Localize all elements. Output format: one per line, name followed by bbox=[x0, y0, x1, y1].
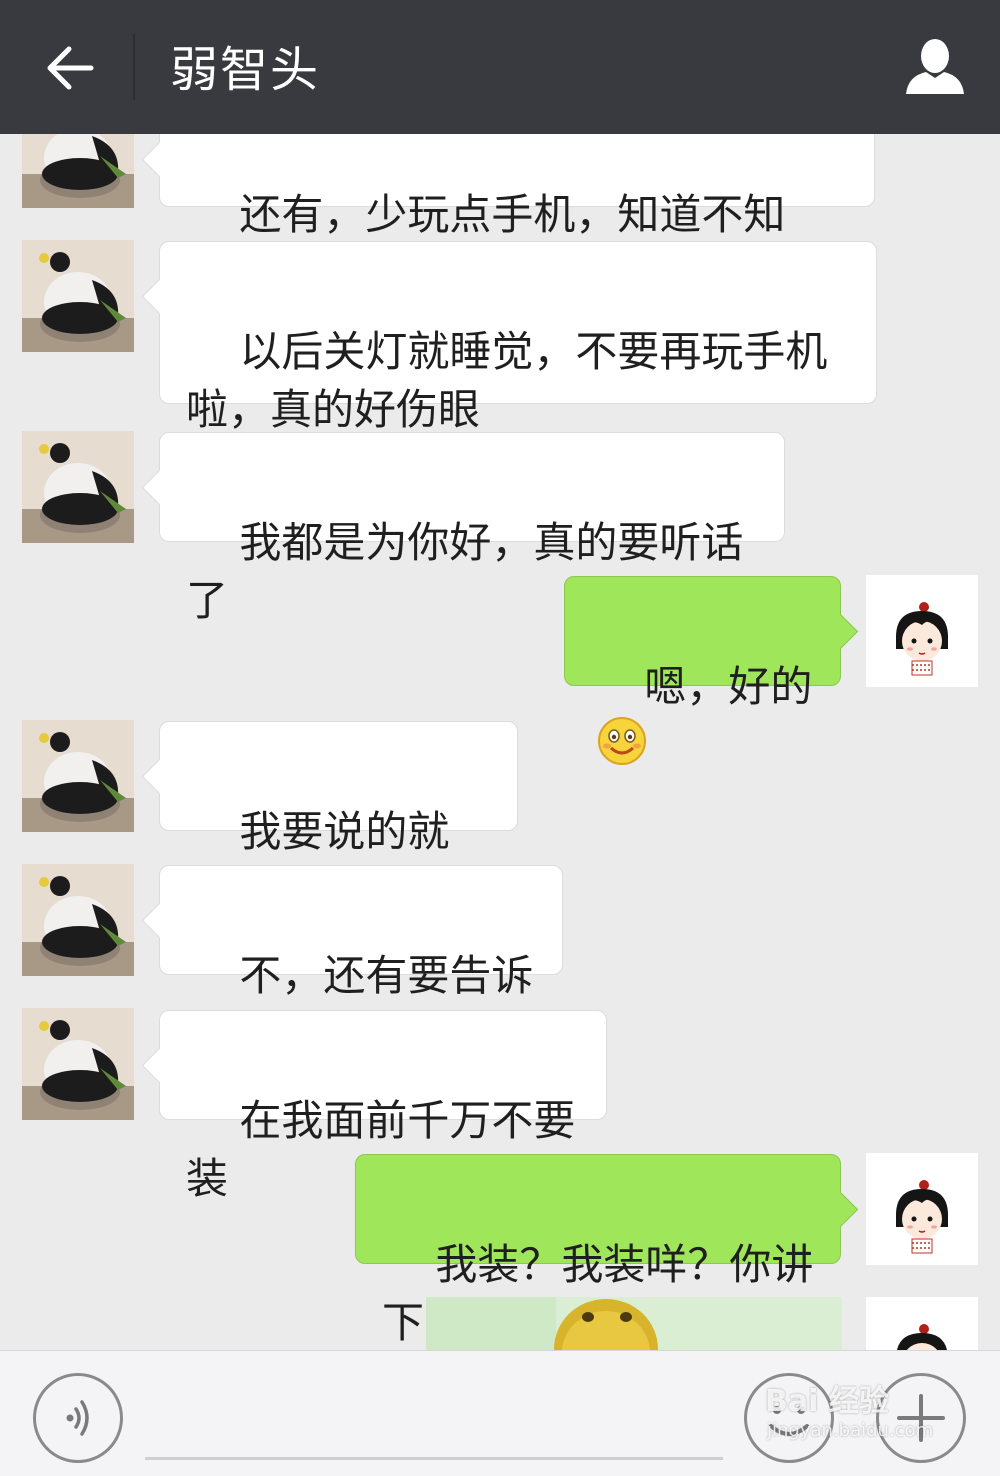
sticker-message[interactable] bbox=[426, 1297, 842, 1350]
voice-icon bbox=[66, 1400, 89, 1436]
baidu-watermark: Bai 经验 jingyan.baidu.com bbox=[765, 1384, 965, 1464]
cartoon-girl-avatar-image bbox=[866, 1297, 978, 1350]
incoming-message[interactable]: 在我面前千万不要装 bbox=[159, 1010, 607, 1203]
chat-info-button[interactable] bbox=[904, 36, 966, 98]
duck-sticker-image bbox=[426, 1297, 842, 1350]
contact-avatar[interactable] bbox=[22, 431, 134, 543]
contact-avatar[interactable] bbox=[22, 720, 134, 832]
chat-title: 弱智头 bbox=[170, 42, 321, 98]
incoming-message[interactable]: 我都是为你好，真的要听话了 bbox=[159, 432, 785, 625]
incoming-message[interactable]: 以后关灯就睡觉，不要再玩手机 啦，真的好伤眼 bbox=[159, 241, 877, 434]
person-icon bbox=[906, 39, 964, 94]
outgoing-message[interactable]: 我装？我装咩？你讲下 bbox=[355, 1154, 841, 1347]
contact-avatar[interactable] bbox=[22, 864, 134, 976]
watermark-url: jingyan.baidu.com bbox=[767, 1420, 934, 1441]
voice-button[interactable] bbox=[33, 1373, 123, 1463]
cartoon-girl-avatar-image bbox=[866, 1153, 978, 1265]
panda-avatar-image bbox=[22, 1008, 134, 1120]
my-avatar[interactable] bbox=[866, 1153, 978, 1265]
panda-avatar-image bbox=[22, 240, 134, 352]
panda-avatar-image bbox=[22, 864, 134, 976]
header-divider bbox=[133, 34, 135, 100]
watermark-main: Bai 经验 bbox=[765, 1384, 889, 1419]
chat-header: 弱智头 bbox=[0, 0, 1000, 134]
contact-avatar[interactable] bbox=[22, 240, 134, 352]
message-input[interactable] bbox=[145, 1457, 723, 1460]
message-text: 以后关灯就睡觉，不要再玩手机 啦，真的好伤眼 bbox=[186, 327, 828, 434]
my-avatar[interactable] bbox=[866, 1297, 978, 1350]
incoming-message[interactable]: 我要说的就这些 bbox=[159, 721, 518, 914]
smile-emoji-icon bbox=[597, 716, 647, 781]
incoming-message[interactable]: 不，还有要告诉你 bbox=[159, 865, 563, 1058]
panda-avatar-image bbox=[22, 431, 134, 543]
panda-avatar-image bbox=[22, 720, 134, 832]
chat-area[interactable]: 还有，少玩点手机，知道不知道？ 以后关灯就睡觉，不要再玩手机 啦，真的好伤眼 bbox=[0, 0, 1000, 1350]
my-avatar[interactable] bbox=[866, 575, 978, 687]
message-text: 嗯，好的 bbox=[644, 662, 813, 711]
contact-avatar[interactable] bbox=[22, 1008, 134, 1120]
back-button[interactable] bbox=[30, 30, 110, 106]
cartoon-girl-avatar-image bbox=[866, 575, 978, 687]
arrow-left-icon bbox=[47, 46, 94, 90]
outgoing-message[interactable]: 嗯，好的 bbox=[564, 576, 841, 765]
